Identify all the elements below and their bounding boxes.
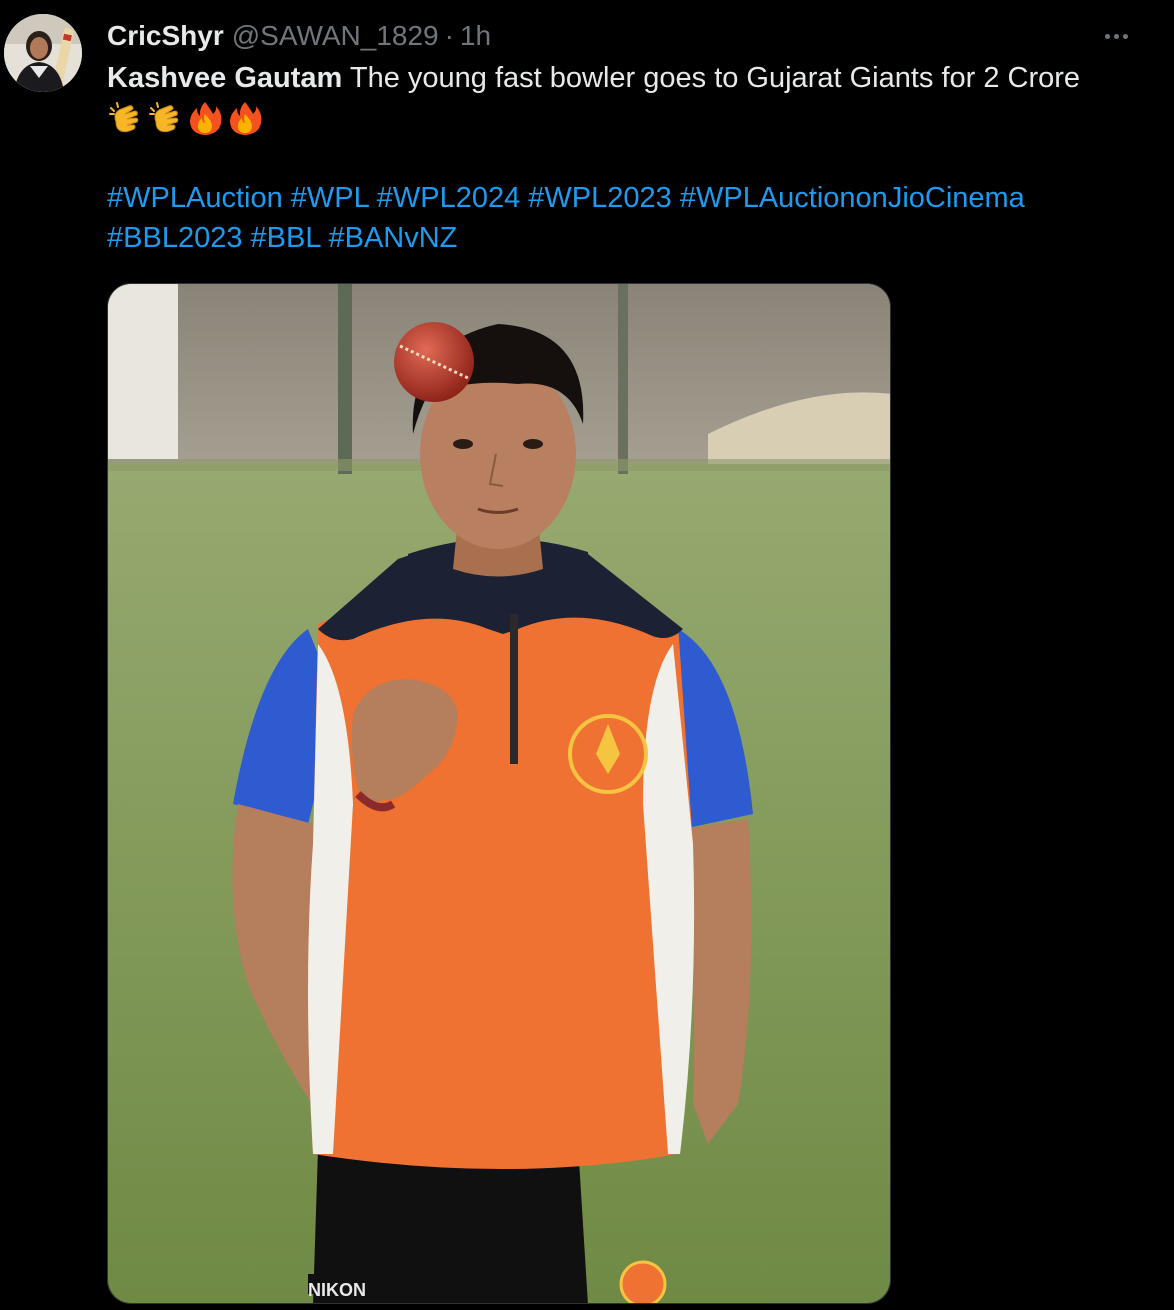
hashtag-line: #WPLAuction #WPL #WPL2024 #WPL2023 #WPLA… bbox=[107, 178, 1157, 218]
tweet-text: Kashvee Gautam The young fast bowler goe… bbox=[107, 58, 1157, 258]
hashtag-link[interactable]: #WPLAuctiononJioCinema bbox=[680, 182, 1025, 214]
clapping-hands-icon bbox=[109, 102, 139, 133]
hashtag-link[interactable]: #BANvNZ bbox=[328, 222, 457, 254]
tweet-photo[interactable]: NIKON bbox=[107, 283, 891, 1304]
display-name[interactable]: CricShyr bbox=[107, 18, 224, 54]
avatar[interactable] bbox=[4, 14, 82, 92]
separator-dot: · bbox=[444, 20, 454, 51]
more-horizontal-icon[interactable] bbox=[1096, 22, 1136, 50]
fire-icon bbox=[230, 102, 262, 135]
mention-name: Kashvee Gautam bbox=[107, 62, 343, 94]
hashtags: #WPLAuction #WPL #WPL2024 #WPL2023 #WPLA… bbox=[107, 178, 1157, 258]
timestamp[interactable]: 1h bbox=[460, 18, 491, 54]
fire-icon bbox=[190, 102, 222, 135]
shorts-logo-text: NIKON bbox=[308, 1280, 366, 1300]
tweet[interactable]: CricShyr @SAWAN_1829 · 1h Kashvee Gautam… bbox=[0, 0, 1174, 1310]
tweet-text-line: Kashvee Gautam The young fast bowler goe… bbox=[107, 58, 1157, 98]
clapping-hands-icon bbox=[149, 102, 179, 133]
hashtag-link[interactable]: #BBL bbox=[251, 222, 321, 254]
emoji-row bbox=[107, 98, 1157, 138]
tweet-header: CricShyr @SAWAN_1829 · 1h bbox=[107, 18, 491, 54]
hashtag-link[interactable]: #WPLAuction bbox=[107, 182, 283, 214]
user-handle[interactable]: @SAWAN_1829 bbox=[232, 18, 439, 54]
tweet-body: The young fast bowler goes to Gujarat Gi… bbox=[342, 62, 1081, 94]
hashtag-link[interactable]: #BBL2023 bbox=[107, 222, 242, 254]
hashtag-link[interactable]: #WPL2023 bbox=[528, 182, 672, 214]
hashtag-link[interactable]: #WPL2024 bbox=[377, 182, 521, 214]
hashtag-link[interactable]: #WPL bbox=[291, 182, 369, 214]
hashtag-line: #BBL2023 #BBL #BANvNZ bbox=[107, 218, 1157, 258]
